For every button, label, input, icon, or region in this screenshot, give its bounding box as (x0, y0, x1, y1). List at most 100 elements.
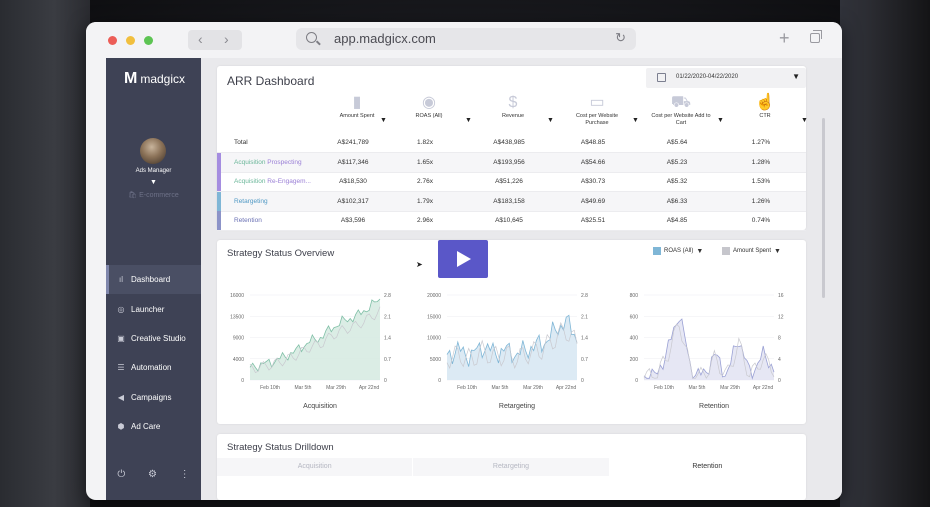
x-tick: Mar 29th (523, 385, 543, 391)
tab-acquisition[interactable]: Acquisition (217, 458, 414, 476)
table-cell: A$117,346 (337, 158, 369, 166)
row-name-part: Prospecting (267, 158, 302, 166)
strategy-color-bar (217, 211, 221, 231)
user-role: Ads Manager (135, 168, 172, 174)
tab-retargeting[interactable]: Retargeting (413, 458, 610, 476)
x-tick: Mar 29th (326, 385, 346, 391)
table-row[interactable]: Acquisition Re-Engagem... A$18,530 2.76x A$… (217, 172, 806, 193)
sort-caret-icon[interactable]: ▼ (380, 117, 387, 124)
table-cell: A$30.73 (580, 178, 606, 186)
sidebar-item-creative-studio[interactable]: ▣ Creative Studio (106, 324, 201, 353)
close-window-button[interactable] (108, 36, 117, 45)
sidebar-item-automation[interactable]: ☰ Automation (106, 353, 201, 382)
main-content: ARR Dashboard 01/22/2020-04/22/2020 ▼ ▮ A… (201, 58, 842, 500)
new-tab-icon[interactable]: + (779, 28, 790, 49)
table-cell: A$18,530 (339, 178, 367, 186)
x-tick: Mar 5th (689, 385, 706, 391)
table-row[interactable]: Total A$241,789 1.82x A$438,985 A$48.85 A$5.6… (217, 133, 806, 153)
y-tick-right: 0.7 (581, 357, 588, 363)
x-tick: Feb 10th (260, 385, 280, 391)
row-name: Retargeting (234, 198, 268, 205)
table-cell: A$54.66 (580, 158, 606, 166)
sort-caret-icon[interactable]: ▼ (547, 117, 554, 124)
bar-chart-icon: ıl (119, 275, 123, 285)
sort-caret-icon[interactable]: ▼ (801, 117, 808, 124)
minimize-window-button[interactable] (126, 36, 135, 45)
forward-arrow-icon[interactable]: › (224, 31, 229, 47)
sidebar-item-ad-care[interactable]: ⬢ Ad Care (106, 412, 201, 441)
table-row[interactable]: Retention A$3,596 2.96x A$10,645 A$25.51 A$4.… (217, 211, 806, 232)
date-range-picker[interactable]: 01/22/2020-04/22/2020 ▼ (646, 68, 806, 88)
y-tick-left: 0 (438, 378, 441, 384)
tab-retention[interactable]: Retention (609, 458, 806, 476)
column-header[interactable]: $ Revenue (483, 92, 543, 120)
table-cell: A$10,645 (495, 217, 523, 225)
strategy-drilldown-card: Strategy Status Drilldown Acquisition Re… (217, 434, 806, 500)
sidebar-item-label: Ad Care (131, 422, 161, 432)
column-header[interactable]: ▮ Amount Spent (327, 92, 387, 120)
more-vertical-icon[interactable]: ⋮ (180, 469, 190, 480)
sidebar-item-dashboard[interactable]: ıl Dashboard (106, 265, 201, 295)
cart-icon: ⛟ (670, 94, 692, 111)
dollar-icon: $ (508, 94, 518, 111)
power-icon[interactable]: ⏻ (117, 469, 125, 480)
y-tick-right: 0 (778, 378, 781, 384)
table-cell: A$51,226 (495, 178, 523, 186)
sidebar-item-launcher[interactable]: ◎ Launcher (106, 294, 201, 323)
column-header-label: Revenue (501, 113, 525, 119)
sidebar-item-campaigns[interactable]: ◀ Campaigns (106, 383, 201, 412)
x-tick: Mar 29th (720, 385, 740, 391)
table-cell: 1.65x (417, 158, 433, 166)
pointer-icon: ☝ (755, 94, 775, 111)
gear-icon[interactable]: ⚙ (148, 469, 157, 480)
table-cell: A$102,317 (337, 197, 369, 205)
back-arrow-icon[interactable]: ‹ (198, 31, 203, 47)
x-tick: Apr 22nd (359, 385, 380, 391)
table-cell: 2.76x (417, 178, 433, 186)
tab-overview-icon[interactable] (810, 30, 822, 43)
table-cell: 1.27% (751, 139, 771, 146)
x-tick: Feb 10th (457, 385, 477, 391)
background-right (840, 0, 930, 507)
madgicx-logo-icon: M (124, 70, 137, 87)
y-tick-left: 15000 (427, 314, 441, 320)
table-cell: A$25.51 (580, 217, 606, 225)
y-tick-left: 0 (635, 378, 638, 384)
chevron-down-icon[interactable]: ▼ (150, 179, 157, 186)
address-bar[interactable]: app.madgicx.com ↻ (296, 28, 636, 50)
table-cell: A$438,985 (493, 139, 525, 146)
sidebar-item-label: Dashboard (131, 275, 171, 285)
avatar[interactable] (140, 138, 166, 164)
y-tick-left: 0 (241, 378, 244, 384)
table-row[interactable]: Acquisition Prospecting A$117,346 1.65x A$1… (217, 152, 806, 173)
brand-logo[interactable]: M madgicx (124, 70, 185, 88)
y-tick-left: 5000 (430, 357, 441, 363)
video-play-button[interactable] (438, 240, 488, 278)
x-tick: Feb 10th (654, 385, 674, 391)
y-tick-left: 16000 (230, 293, 244, 299)
table-cell: A$241,789 (337, 139, 369, 146)
sort-caret-icon[interactable]: ▼ (717, 117, 724, 124)
sort-caret-icon[interactable]: ▼ (632, 117, 639, 124)
y-tick-right: 16 (778, 293, 784, 299)
table-row[interactable]: Retargeting A$102,317 1.79x A$183,158 A$49.6… (217, 191, 806, 212)
sort-caret-icon[interactable]: ▼ (465, 117, 472, 124)
table-cell: 1.26% (751, 197, 771, 205)
maximize-window-button[interactable] (144, 36, 153, 45)
x-tick: Mar 5th (492, 385, 509, 391)
column-header[interactable]: ◉ ROAS (All) (399, 92, 459, 120)
row-name-part: Re-Engagem... (267, 178, 311, 186)
y-tick-left: 13500 (230, 314, 244, 320)
strategy-color-bar (217, 152, 221, 173)
calendar-icon (657, 73, 666, 82)
table-cell: 1.28% (751, 158, 771, 166)
reload-icon[interactable]: ↻ (615, 30, 626, 46)
search-icon (306, 32, 317, 43)
scrollbar[interactable] (822, 118, 825, 298)
column-header[interactable]: ☝ CTR (735, 92, 795, 120)
column-header[interactable]: ▭ Cost per Website Purchase (567, 92, 627, 127)
column-header[interactable]: ⛟ Cost per Website Add to Cart (651, 92, 711, 127)
arr-dashboard-card: ARR Dashboard 01/22/2020-04/22/2020 ▼ ▮ A… (217, 66, 808, 232)
y-tick-right: 8 (778, 336, 781, 342)
rocket-icon: ◎ (117, 304, 125, 314)
